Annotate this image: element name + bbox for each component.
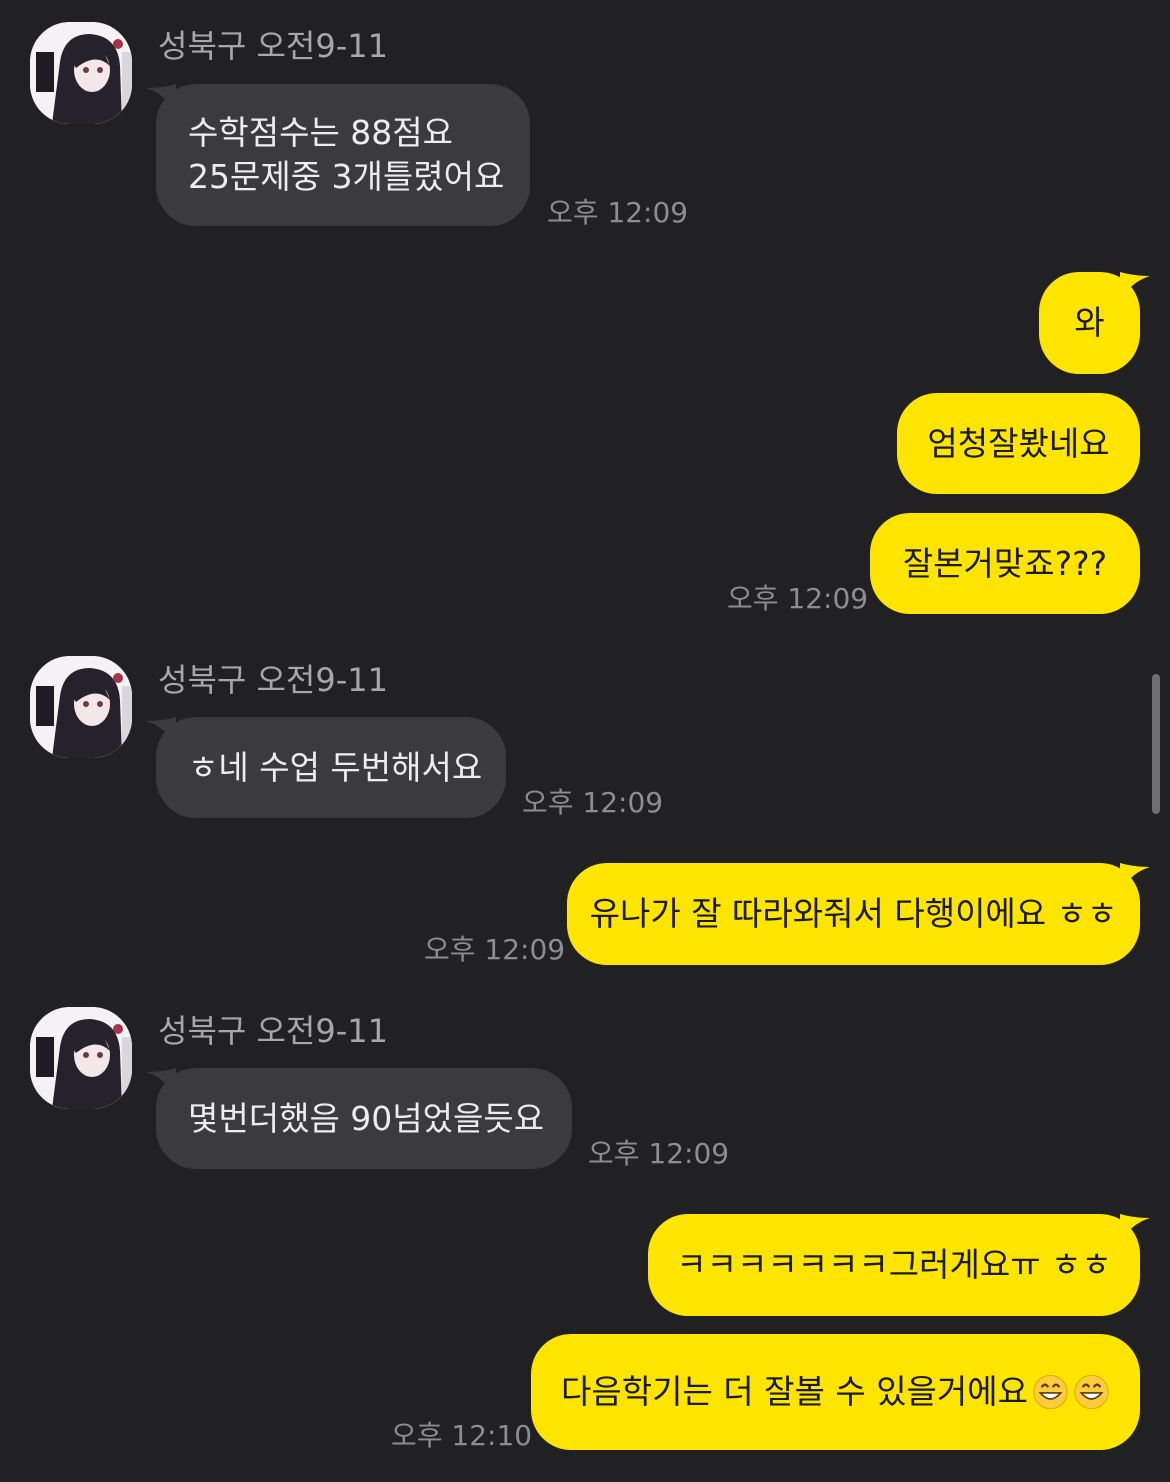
message-time: 오후 12:09 bbox=[547, 196, 689, 229]
message-time: 오후 12:09 bbox=[727, 582, 869, 615]
profile-avatar[interactable] bbox=[30, 22, 132, 124]
message-time: 오후 12:10 bbox=[391, 1419, 533, 1452]
message-bubble-outgoing[interactable]: 엄청잘봤네요 bbox=[897, 393, 1140, 494]
message-text: 와 bbox=[1074, 303, 1105, 342]
message-bubble-incoming[interactable]: 수학점수는 88점요 25문제중 3개틀렸어요 bbox=[156, 84, 530, 226]
grinning-face-emoji bbox=[1074, 1374, 1109, 1410]
message-text: 다음학기는 더 잘볼 수 있을거에요 bbox=[561, 1372, 1028, 1411]
message-time: 오후 12:09 bbox=[424, 933, 566, 966]
chat-screen: 성북구 오전9-11 수학점수는 88점요 25문제중 3개틀렸어요 오후 12… bbox=[0, 0, 1170, 1482]
sender-name: 성북구 오전9-11 bbox=[158, 661, 388, 699]
message-text: 수학점수는 88점요 bbox=[188, 113, 454, 152]
message-text: 유나가 잘 따라와줘서 다행이에요 ㅎㅎ bbox=[589, 894, 1118, 933]
message-bubble-outgoing[interactable]: 와 bbox=[1039, 272, 1140, 374]
message-time: 오후 12:09 bbox=[588, 1137, 730, 1170]
message-time: 오후 12:09 bbox=[522, 786, 664, 819]
grinning-face-emoji bbox=[1033, 1374, 1068, 1410]
profile-avatar[interactable] bbox=[30, 656, 132, 758]
message-text: ㅋㅋㅋㅋㅋㅋㅋ그러게요ㅠ ㅎㅎ bbox=[676, 1245, 1112, 1284]
message-bubble-outgoing[interactable]: 다음학기는 더 잘볼 수 있을거에요 bbox=[531, 1334, 1140, 1450]
message-bubble-incoming[interactable]: ㅎ네 수업 두번해서요 bbox=[156, 717, 506, 818]
message-bubble-outgoing[interactable]: ㅋㅋㅋㅋㅋㅋㅋ그러게요ㅠ ㅎㅎ bbox=[648, 1214, 1140, 1316]
message-text: 잘본거맞죠??? bbox=[902, 543, 1108, 583]
message-text: ㅎ네 수업 두번해서요 bbox=[188, 747, 483, 787]
message-text: 엄청잘봤네요 bbox=[927, 423, 1110, 463]
sender-name: 성북구 오전9-11 bbox=[158, 27, 388, 65]
message-bubble-incoming[interactable]: 몇번더했음 90넘었을듯요 bbox=[156, 1068, 572, 1169]
message-bubble-outgoing[interactable]: 유나가 잘 따라와줘서 다행이에요 ㅎㅎ bbox=[567, 863, 1140, 965]
message-text: 몇번더했음 90넘었을듯요 bbox=[188, 1098, 545, 1138]
message-bubble-outgoing[interactable]: 잘본거맞죠??? bbox=[870, 513, 1140, 614]
scrollbar[interactable] bbox=[1152, 674, 1160, 814]
sender-name: 성북구 오전9-11 bbox=[158, 1012, 388, 1050]
profile-avatar[interactable] bbox=[30, 1007, 132, 1109]
message-text: 25문제중 3개틀렸어요 bbox=[188, 157, 505, 196]
